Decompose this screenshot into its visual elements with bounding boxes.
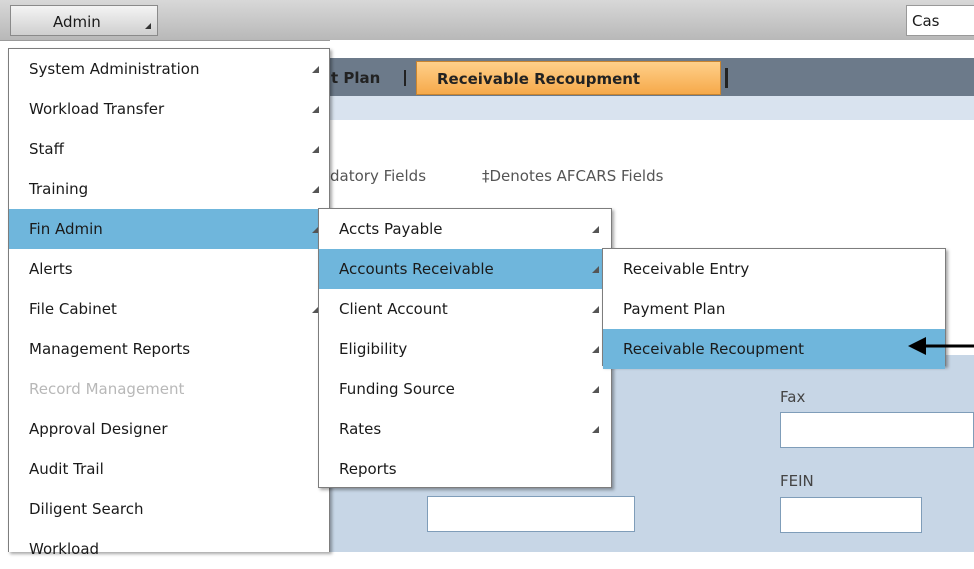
ssn-input[interactable]: [427, 496, 635, 532]
menu-item-diligent-search[interactable]: Diligent Search: [9, 489, 329, 529]
submenu-arrow-icon: [592, 346, 599, 353]
accounts-receivable-submenu: Receivable Entry Payment Plan Receivable R…: [602, 248, 946, 369]
menu-item-label: Receivable Recoupment: [623, 340, 805, 358]
menu-item-reports[interactable]: Reports: [319, 449, 611, 489]
top-search-input[interactable]: Cas: [906, 5, 974, 36]
menu-item-workload-transfer[interactable]: Workload Transfer: [9, 89, 329, 129]
dropdown-corner-icon: [145, 23, 151, 29]
menu-item-receivable-entry[interactable]: Receivable Entry: [603, 249, 945, 289]
submenu-arrow-icon: [592, 266, 599, 273]
menu-item-label: Funding Source: [339, 380, 455, 398]
menu-item-label: Management Reports: [29, 340, 191, 358]
menu-item-label: Payment Plan: [623, 300, 726, 318]
submenu-arrow-icon: [312, 66, 319, 73]
menu-item-label: Accounts Receivable: [339, 260, 494, 278]
menu-item-label: File Cabinet: [29, 300, 117, 318]
menu-item-label: Client Account: [339, 300, 448, 318]
admin-menu-button[interactable]: Admin: [10, 5, 158, 36]
menu-item-alerts[interactable]: Alerts: [9, 249, 329, 289]
sub-header-bar: [330, 96, 974, 120]
menu-item-funding-source[interactable]: Funding Source: [319, 369, 611, 409]
left-arrow-icon: [908, 337, 974, 355]
menu-item-label: Accts Payable: [339, 220, 443, 238]
menu-item-label: Eligibility: [339, 340, 408, 358]
menu-item-fin-admin[interactable]: Fin Admin: [9, 209, 329, 249]
submenu-arrow-icon: [592, 306, 599, 313]
menu-item-workload[interactable]: Workload: [9, 529, 329, 569]
menu-item-label: Workload: [29, 540, 100, 558]
menu-item-accounts-receivable[interactable]: Accounts Receivable: [319, 249, 611, 289]
fin-admin-submenu: Accts Payable Accounts Receivable Client A…: [318, 208, 612, 488]
afcars-fields-legend: ‡Denotes AFCARS Fields: [482, 167, 664, 185]
menu-item-label: Alerts: [29, 260, 73, 278]
submenu-arrow-icon: [312, 146, 319, 153]
menu-item-label: Fin Admin: [29, 220, 103, 238]
menu-item-accts-payable[interactable]: Accts Payable: [319, 209, 611, 249]
menu-item-rates[interactable]: Rates: [319, 409, 611, 449]
fax-input[interactable]: [780, 412, 974, 448]
submenu-arrow-icon: [592, 226, 599, 233]
tab-payment-plan[interactable]: t Plan: [330, 63, 380, 94]
menu-item-audit-trail[interactable]: Audit Trail: [9, 449, 329, 489]
menu-item-client-account[interactable]: Client Account: [319, 289, 611, 329]
menu-item-approval-designer[interactable]: Approval Designer: [9, 409, 329, 449]
admin-menu: System Administration Workload Transfer St…: [8, 48, 330, 558]
menu-item-management-reports[interactable]: Management Reports: [9, 329, 329, 369]
fax-label: Fax: [780, 388, 806, 406]
fein-input[interactable]: [780, 497, 922, 533]
admin-label: Admin: [53, 13, 101, 31]
submenu-arrow-icon: [592, 426, 599, 433]
menu-item-system-administration[interactable]: System Administration: [9, 49, 329, 89]
submenu-arrow-icon: [312, 186, 319, 193]
menu-item-label: Rates: [339, 420, 382, 438]
menu-item-label: Receivable Entry: [623, 260, 750, 278]
menu-item-staff[interactable]: Staff: [9, 129, 329, 169]
menu-item-eligibility[interactable]: Eligibility: [319, 329, 611, 369]
menu-item-label: Training: [29, 180, 89, 198]
menu-item-record-management: Record Management: [9, 369, 329, 409]
tab-separator: [725, 68, 728, 88]
menu-item-payment-plan[interactable]: Payment Plan: [603, 289, 945, 329]
menu-item-label: Diligent Search: [29, 500, 144, 518]
menu-item-receivable-recoupment[interactable]: Receivable Recoupment: [603, 329, 945, 369]
menu-item-label: Reports: [339, 460, 397, 478]
menu-item-label: System Administration: [29, 60, 200, 78]
tab-receivable-recoupment[interactable]: Receivable Recoupment: [416, 61, 721, 95]
mandatory-fields-legend: datory Fields: [330, 167, 427, 185]
menu-item-label: Workload Transfer: [29, 100, 165, 118]
submenu-arrow-icon: [592, 386, 599, 393]
menu-item-label: Approval Designer: [29, 420, 168, 438]
tab-separator: [404, 70, 406, 86]
menu-item-label: Record Management: [29, 380, 185, 398]
menu-item-file-cabinet[interactable]: File Cabinet: [9, 289, 329, 329]
submenu-arrow-icon: [312, 106, 319, 113]
menu-item-training[interactable]: Training: [9, 169, 329, 209]
fein-label: FEIN: [780, 472, 814, 490]
menu-item-label: Staff: [29, 140, 64, 158]
menu-item-label: Audit Trail: [29, 460, 104, 478]
